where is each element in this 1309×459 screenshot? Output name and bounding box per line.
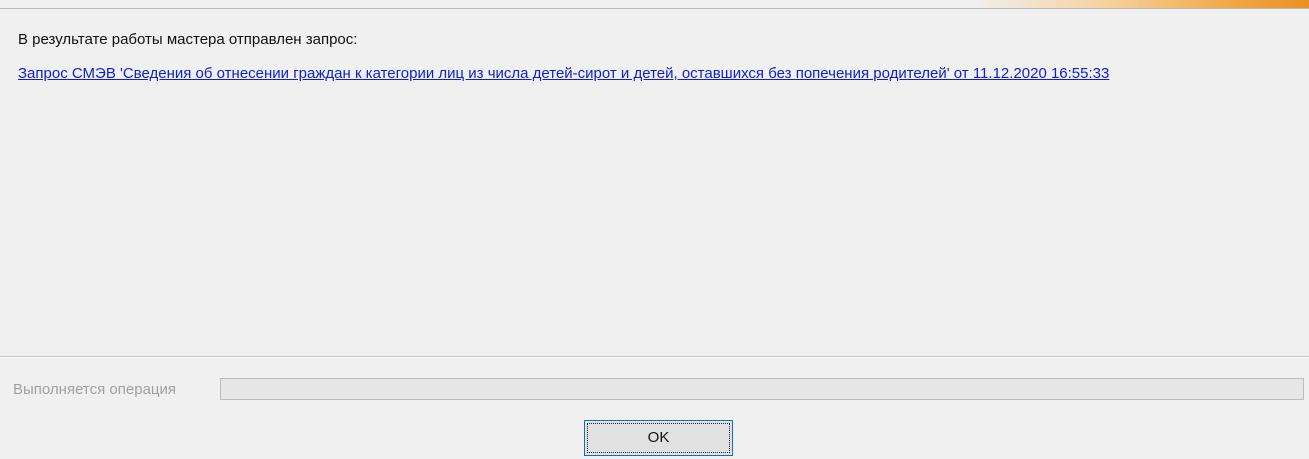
wizard-result-dialog: В результате работы мастера отправлен за… <box>0 0 1309 459</box>
result-message: В результате работы мастера отправлен за… <box>18 31 358 48</box>
smev-request-link[interactable]: Запрос СМЭВ 'Сведения об отнесении гражд… <box>18 64 1286 84</box>
result-panel: В результате работы мастера отправлен за… <box>0 9 1309 356</box>
ok-button-label: OK <box>647 429 670 446</box>
operation-status-label: Выполняется операция <box>13 381 177 398</box>
divider-highlight <box>0 357 1309 358</box>
ok-button[interactable]: OK <box>584 420 733 456</box>
operation-progress-bar <box>220 378 1304 400</box>
